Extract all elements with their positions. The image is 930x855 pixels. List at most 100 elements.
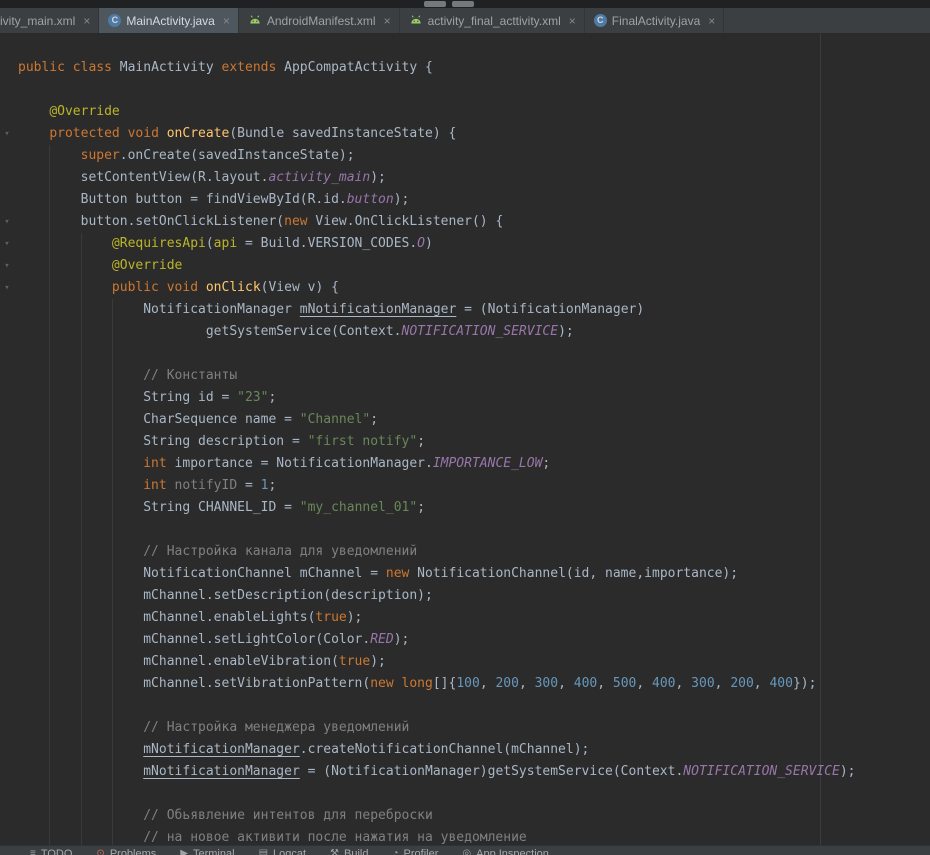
- gutter-cell: [0, 805, 14, 827]
- toolbar-strip: [0, 0, 930, 8]
- gutter-cell: [0, 497, 14, 519]
- code-line: @Override: [0, 101, 930, 123]
- build-icon: ⚒: [330, 848, 339, 855]
- code-line: // на новое активити после нажатия на ув…: [0, 827, 930, 845]
- code-text: getSystemService(Context.NOTIFICATION_SE…: [14, 321, 574, 343]
- gutter-cell: [0, 57, 14, 79]
- android-studio-window: ivity_main.xml×CMainActivity.java×Androi…: [0, 0, 930, 855]
- code-line: String description = "first notify";: [0, 431, 930, 453]
- tool-window-label: Profiler: [404, 848, 439, 855]
- terminal-icon: ▶: [180, 848, 188, 855]
- fold-marker-icon[interactable]: ▾: [0, 277, 14, 299]
- editor-tab-activity-final-acttivity-xml[interactable]: activity_final_acttivity.xml ×: [400, 8, 585, 33]
- tab-label: AndroidManifest.xml: [267, 14, 376, 28]
- code-text: // Настройка канала для уведомлений: [14, 541, 417, 563]
- todo-icon: ≡: [30, 848, 36, 855]
- tab-label: activity_final_acttivity.xml: [428, 14, 561, 28]
- gutter-cell: [0, 145, 14, 167]
- code-line: NotificationChannel mChannel = new Notif…: [0, 563, 930, 585]
- code-text: mNotificationManager.createNotificationC…: [14, 739, 589, 761]
- code-line: mNotificationManager = (NotificationMana…: [0, 761, 930, 783]
- tool-window-button-problems[interactable]: ⊙Problems: [84, 848, 168, 855]
- code-text: super.onCreate(savedInstanceState);: [14, 145, 355, 167]
- gutter-cell: [0, 101, 14, 123]
- code-text: [14, 79, 18, 101]
- editor-tab-mainactivity-java[interactable]: CMainActivity.java×: [99, 8, 239, 33]
- tool-window-button-logcat[interactable]: ▤Logcat: [247, 848, 318, 855]
- fold-marker-icon[interactable]: ▾: [0, 211, 14, 233]
- code-text: String description = "first notify";: [14, 431, 425, 453]
- gutter-cell: [0, 563, 14, 585]
- code-area[interactable]: public class MainActivity extends AppCom…: [0, 34, 930, 845]
- gutter-cell: [0, 343, 14, 365]
- gutter-cell: [0, 431, 14, 453]
- code-line: mNotificationManager.createNotificationC…: [0, 739, 930, 761]
- editor-tab-ivity-main-xml[interactable]: ivity_main.xml×: [0, 8, 99, 33]
- code-line: // Обьявление интентов для переброски: [0, 805, 930, 827]
- code-line: getSystemService(Context.NOTIFICATION_SE…: [0, 321, 930, 343]
- gutter-cell: [0, 79, 14, 101]
- code-text: mChannel.setVibrationPattern(new long[]{…: [14, 673, 816, 695]
- gutter-cell: [0, 189, 14, 211]
- code-text: mChannel.enableLights(true);: [14, 607, 362, 629]
- code-line: mChannel.enableVibration(true);: [0, 651, 930, 673]
- code-text: @Override: [14, 101, 120, 123]
- code-text: @Override: [14, 255, 182, 277]
- code-line: CharSequence name = "Channel";: [0, 409, 930, 431]
- code-line: String CHANNEL_ID = "my_channel_01";: [0, 497, 930, 519]
- gutter-cell: [0, 365, 14, 387]
- editor-tab-androidmanifest-xml[interactable]: AndroidManifest.xml ×: [239, 8, 400, 33]
- code-text: // на новое активити после нажатия на ув…: [14, 827, 527, 845]
- tool-window-label: Logcat: [273, 848, 306, 855]
- code-line: [0, 695, 930, 717]
- tool-window-button-profiler[interactable]: ◔ Profiler: [380, 848, 450, 855]
- gutter-cell: [0, 629, 14, 651]
- gutter-cell: [0, 519, 14, 541]
- close-tab-icon[interactable]: ×: [569, 15, 576, 27]
- code-editor[interactable]: public class MainActivity extends AppCom…: [0, 34, 930, 845]
- toolbar-button-stub[interactable]: [452, 1, 474, 7]
- code-line: // Настройка канала для уведомлений: [0, 541, 930, 563]
- editor-tab-bar: ivity_main.xml×CMainActivity.java×Androi…: [0, 8, 930, 34]
- tool-window-label: App Inspection: [476, 848, 549, 855]
- code-line: [0, 79, 930, 101]
- fold-marker-icon[interactable]: ▾: [0, 255, 14, 277]
- close-tab-icon[interactable]: ×: [708, 15, 715, 27]
- code-text: public class MainActivity extends AppCom…: [14, 57, 433, 79]
- toolbar-button-stub[interactable]: [424, 1, 446, 7]
- gutter-cell: [0, 827, 14, 845]
- tool-window-button-todo[interactable]: ≡TODO: [18, 848, 84, 855]
- code-line: ▾ button.setOnClickListener(new View.OnC…: [0, 211, 930, 233]
- tool-window-bar: ≡TODO⊙Problems▶Terminal▤Logcat ⚒ Build ◔ Pro…: [0, 845, 930, 855]
- code-line: super.onCreate(savedInstanceState);: [0, 145, 930, 167]
- tool-window-label: Build: [344, 848, 368, 855]
- code-line: [0, 783, 930, 805]
- tool-window-button-terminal[interactable]: ▶Terminal: [168, 848, 246, 855]
- editor-tab-finalactivity-java[interactable]: CFinalActivity.java×: [585, 8, 725, 33]
- gutter-cell: [0, 783, 14, 805]
- profiler-icon: ◔: [392, 848, 398, 855]
- code-text: [14, 519, 18, 541]
- code-text: public void onClick(View v) {: [14, 277, 339, 299]
- code-text: NotificationManager mNotificationManager…: [14, 299, 644, 321]
- code-line: int notifyID = 1;: [0, 475, 930, 497]
- problems-icon: ⊙: [96, 848, 104, 855]
- code-text: CharSequence name = "Channel";: [14, 409, 378, 431]
- close-tab-icon[interactable]: ×: [83, 15, 90, 27]
- tab-label: FinalActivity.java: [612, 14, 700, 28]
- close-tab-icon[interactable]: ×: [384, 15, 391, 27]
- code-text: // Настройка менеджера уведомлений: [14, 717, 409, 739]
- gutter-cell: [0, 167, 14, 189]
- code-line: String id = "23";: [0, 387, 930, 409]
- tool-window-button-app-inspection[interactable]: ◎App Inspection: [450, 848, 561, 855]
- code-line: Button button = findViewById(R.id.button…: [0, 189, 930, 211]
- code-text: [14, 783, 18, 805]
- close-tab-icon[interactable]: ×: [223, 15, 230, 27]
- gutter-cell: [0, 321, 14, 343]
- gutter-cell: [0, 409, 14, 431]
- code-line: ▾ protected void onCreate(Bundle savedIn…: [0, 123, 930, 145]
- tool-window-button-build[interactable]: ⚒ Build: [318, 848, 380, 855]
- code-line: [0, 519, 930, 541]
- fold-marker-icon[interactable]: ▾: [0, 233, 14, 255]
- fold-marker-icon[interactable]: ▾: [0, 123, 14, 145]
